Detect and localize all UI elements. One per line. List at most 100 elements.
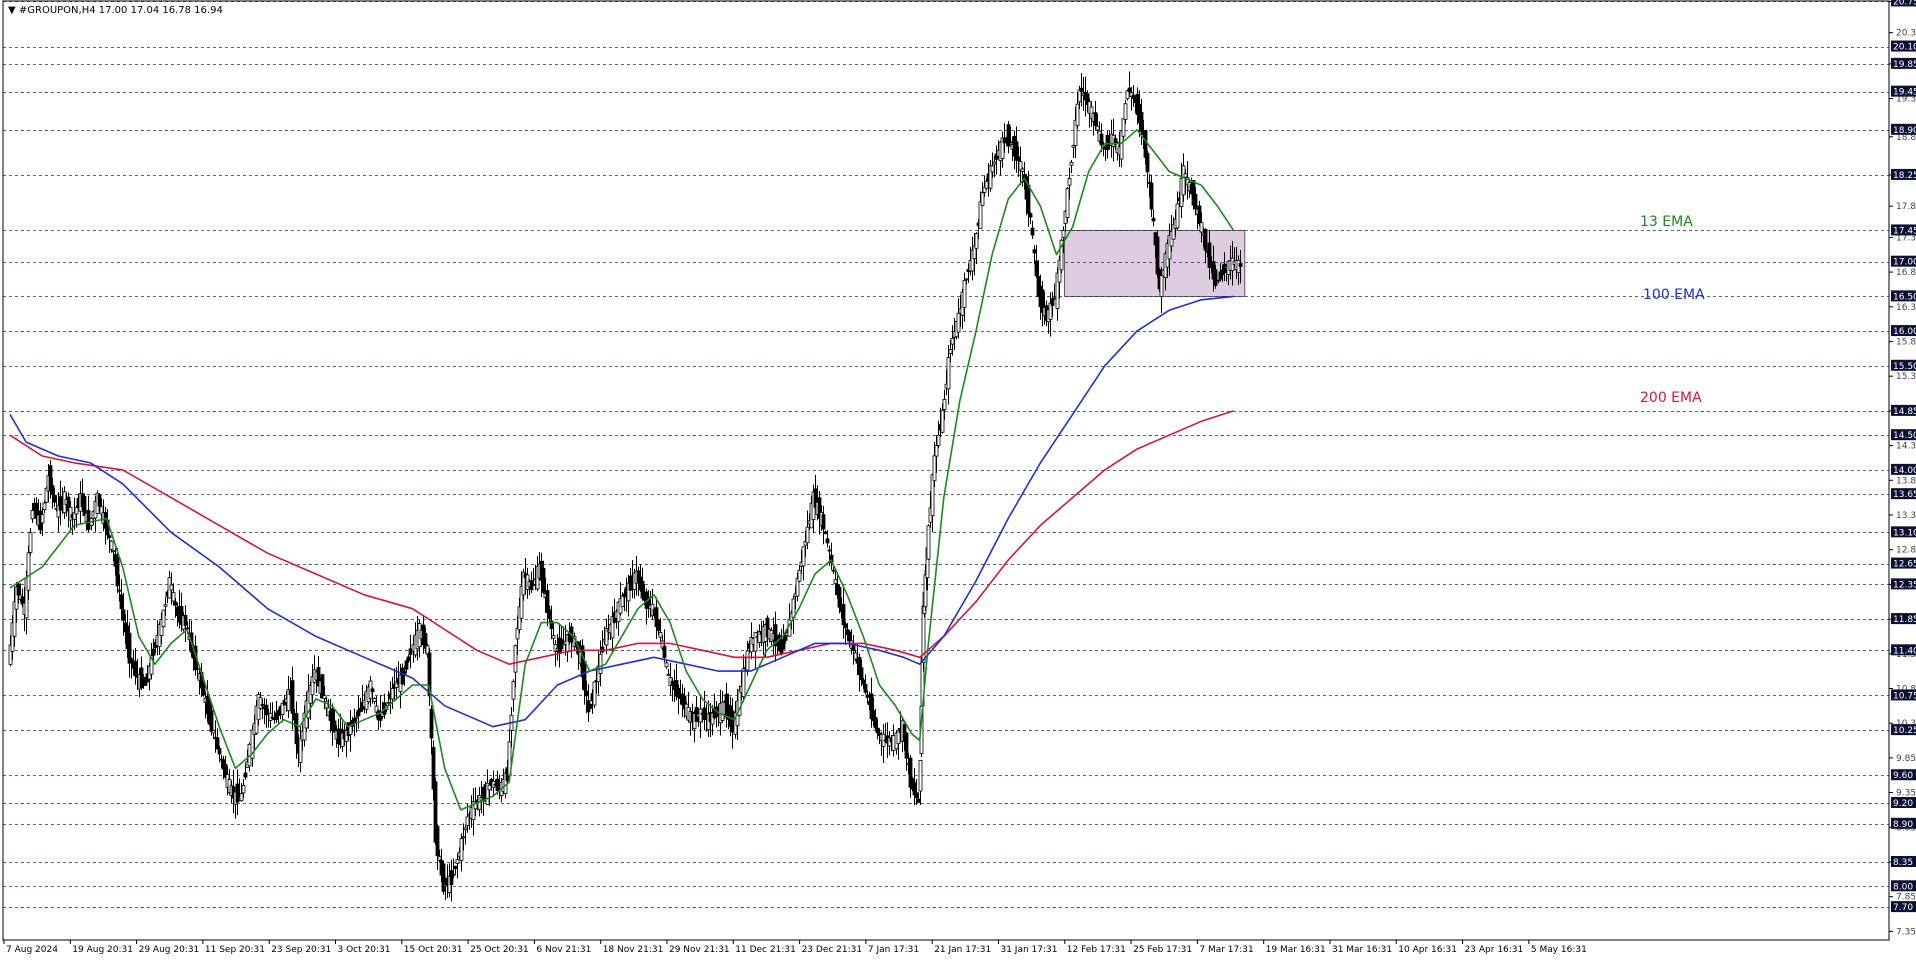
price-level-label: 12.65: [1893, 560, 1916, 570]
price-level-label: 12.35: [1893, 580, 1916, 590]
candle-body: [666, 673, 671, 676]
time-tick-label: 29 Aug 20:31: [139, 945, 200, 955]
candle-body: [258, 697, 263, 709]
price-tick-label: 7.35: [1896, 927, 1916, 937]
candle-body: [239, 793, 244, 802]
time-tick-label: 23 Dec 21:31: [802, 945, 863, 955]
time-tick-label: 21 Jan 17:31: [934, 945, 991, 955]
candle-body: [390, 688, 395, 700]
candle-body: [435, 825, 440, 856]
candle-body: [107, 535, 112, 538]
price-level-label: 19.85: [1893, 60, 1916, 70]
price-level-label: 16.00: [1893, 327, 1916, 337]
candle-body: [119, 594, 124, 610]
candle-body: [441, 863, 446, 892]
candle-body: [1095, 125, 1100, 131]
time-tick-label: 11 Sep 20:31: [205, 945, 265, 955]
candle-body: [163, 604, 168, 607]
candle-body: [463, 827, 468, 830]
candle-body: [1030, 227, 1035, 236]
candle-body: [429, 708, 434, 739]
price-level-label: 17.00: [1893, 258, 1916, 268]
price-level-label: 13.65: [1893, 490, 1916, 500]
candle-body: [1020, 168, 1025, 172]
price-level-label: 8.00: [1893, 882, 1913, 892]
candle-body: [115, 556, 120, 587]
candle-body: [531, 583, 536, 586]
candle-body: [656, 620, 661, 631]
candle-body: [745, 650, 750, 671]
ema200-label: 200 EMA: [1640, 390, 1702, 406]
candle-body: [592, 681, 597, 706]
candle-body: [211, 730, 216, 734]
price-level-label: 8.35: [1893, 858, 1913, 868]
candle-body: [1183, 173, 1188, 178]
candle-body: [853, 652, 858, 660]
candle-body: [904, 732, 909, 759]
time-tick-label: 19 Aug 20:31: [72, 945, 133, 955]
candle-body: [956, 312, 961, 333]
candle-body: [984, 180, 989, 189]
candle-body: [449, 870, 454, 885]
candle-body: [42, 502, 47, 510]
candle-body: [875, 727, 880, 734]
price-tick-label: 16.85: [1896, 268, 1916, 278]
candle-body: [171, 592, 176, 602]
time-tick-label: 25 Oct 20:31: [470, 945, 529, 955]
candle-body: [1002, 138, 1007, 144]
candle-body: [664, 662, 669, 668]
price-level-label: 18.25: [1893, 171, 1916, 181]
price-level-label: 10.75: [1893, 691, 1916, 701]
candle-body: [936, 434, 941, 446]
candle-body: [584, 690, 589, 697]
candle-body: [588, 703, 593, 709]
candle-body: [1151, 217, 1156, 222]
price-level-label: 11.40: [1893, 646, 1916, 656]
candle-body: [453, 865, 458, 869]
candle-body: [658, 632, 663, 638]
candle-body: [1052, 297, 1057, 300]
candle-body: [169, 584, 174, 591]
candle-body: [461, 836, 466, 839]
candle-body: [1145, 152, 1150, 173]
candle-body: [1026, 184, 1031, 214]
candle-body: [451, 874, 456, 876]
candle-body: [322, 695, 327, 699]
candle-body: [86, 510, 91, 530]
time-tick-label: 7 Jan 17:31: [868, 945, 919, 955]
candle-body: [1065, 187, 1070, 218]
candle-body: [891, 735, 896, 751]
candle-body: [1149, 182, 1154, 210]
price-chart[interactable]: 20.7520.3019.8519.3518.8018.2517.8017.35…: [0, 0, 1916, 963]
candle-body: [465, 816, 470, 826]
candle-body: [121, 609, 126, 621]
candle-body: [117, 589, 122, 592]
candle-body: [841, 603, 846, 626]
candle-body: [1069, 162, 1074, 166]
candle-body: [948, 349, 953, 354]
candle-body: [547, 609, 552, 619]
time-tick-label: 23 Apr 16:31: [1465, 945, 1524, 955]
candle-body: [992, 161, 997, 165]
candle-body: [52, 494, 57, 503]
candle-body: [487, 784, 492, 791]
time-tick-label: 5 May 16:31: [1531, 945, 1587, 955]
candle-body: [926, 525, 931, 560]
candle-body: [1079, 87, 1084, 93]
candle-body: [730, 710, 735, 733]
candle-body: [783, 634, 788, 641]
candle-body: [805, 526, 810, 544]
candle-body: [111, 550, 116, 553]
price-level-label: 14.50: [1893, 431, 1916, 441]
candle-body: [82, 496, 87, 516]
candle-body: [1067, 178, 1072, 186]
candle-body: [916, 798, 921, 803]
candle-body: [551, 635, 556, 639]
candle-body: [290, 680, 295, 714]
candle-body: [873, 716, 878, 729]
time-tick-label: 25 Feb 17:31: [1133, 945, 1192, 955]
candle-body: [1203, 228, 1208, 251]
price-level-label: 18.90: [1893, 126, 1916, 136]
candle-body: [30, 510, 35, 520]
price-level-label: 7.70: [1893, 903, 1913, 913]
